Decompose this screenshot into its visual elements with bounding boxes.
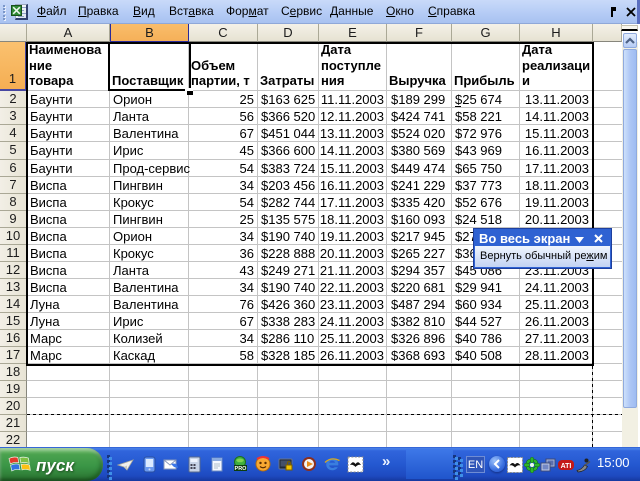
svg-text:ATI: ATI: [561, 463, 572, 470]
svg-text:PRO: PRO: [235, 466, 248, 472]
